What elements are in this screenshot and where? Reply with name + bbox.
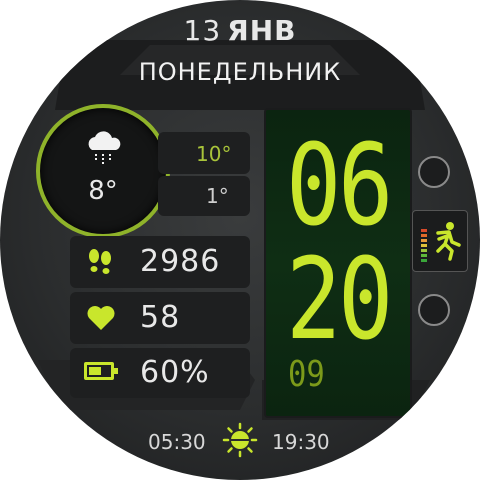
cloud-rain-icon — [88, 131, 121, 165]
running-man-icon — [421, 222, 461, 262]
battery-value: 60% — [140, 355, 210, 390]
date-line: 13 ЯНВ — [0, 14, 480, 47]
temp-low: 1° — [206, 184, 229, 208]
temp-high-cell: 10° — [158, 132, 250, 174]
steps-row[interactable]: 2986 — [70, 236, 250, 288]
heart-icon — [87, 306, 115, 330]
battery-row[interactable]: 60% — [70, 348, 250, 398]
footprints-icon — [89, 249, 111, 274]
time-minutes: 20 — [286, 235, 393, 365]
sunrise-time: 05:30 — [148, 430, 206, 454]
sun-icon — [222, 422, 258, 458]
battery-icon — [84, 362, 118, 380]
watch-face: 13 ЯНВ ПОНЕДЕЛЬНИК 8° 10° 1° 2986 58 60%… — [0, 0, 480, 480]
temp-high: 10° — [196, 142, 232, 166]
top-complication-button[interactable] — [418, 156, 450, 188]
weather-widget[interactable]: 8° — [36, 104, 170, 238]
weekday-label: ПОНЕДЕЛЬНИК — [138, 58, 342, 86]
bottom-complication-button[interactable] — [418, 294, 450, 326]
current-temperature: 8° — [88, 176, 118, 206]
date-month: ЯНВ — [227, 14, 297, 47]
temp-low-cell: 1° — [158, 176, 250, 216]
date-day: 13 — [183, 14, 222, 47]
time-panel: 06 20 09 — [264, 108, 412, 418]
steps-value: 2986 — [140, 244, 221, 279]
time-seconds: 09 — [288, 354, 325, 395]
sunset-time: 19:30 — [272, 430, 330, 454]
heart-rate-value: 58 — [140, 300, 181, 335]
time-hours: 06 — [286, 121, 393, 251]
activity-widget[interactable] — [412, 210, 468, 272]
heart-row[interactable]: 58 — [70, 292, 250, 344]
